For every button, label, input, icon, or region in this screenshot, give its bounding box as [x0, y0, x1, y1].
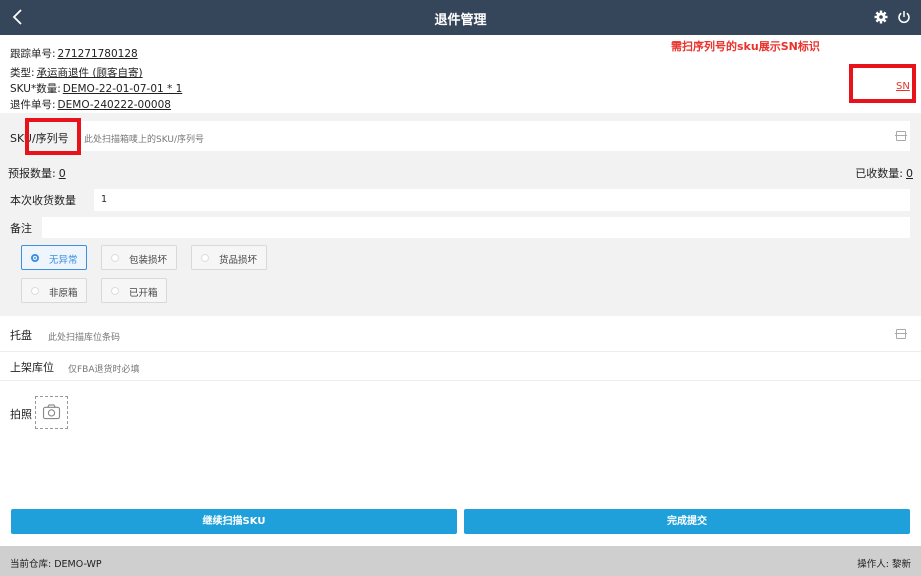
- radio-icon: [201, 254, 209, 262]
- option-not-original-box[interactable]: 非原箱: [21, 278, 87, 303]
- radio-icon: [31, 287, 39, 295]
- forecast-qty: 预报数量: 0: [8, 165, 66, 181]
- received-qty-value: 0: [906, 167, 913, 180]
- radio-icon: [111, 254, 119, 262]
- pallet-placeholder: 此处扫描库位条码: [48, 333, 121, 343]
- status-bar: 当前仓库: DEMO-WP 操作人: 黎新: [0, 546, 921, 576]
- continue-scan-button[interactable]: 继续扫描SKU: [11, 509, 457, 534]
- current-warehouse: 当前仓库: DEMO-WP: [10, 559, 102, 570]
- operator: 操作人: 黎新: [857, 559, 911, 570]
- option-package-damaged[interactable]: 包装损坏: [101, 245, 177, 270]
- scan-icon[interactable]: [895, 329, 907, 339]
- tracking-number-value[interactable]: 271271780128: [58, 48, 138, 60]
- divider: [0, 380, 921, 381]
- option-box-opened[interactable]: 已开箱: [101, 278, 167, 303]
- page-title: 退件管理: [434, 13, 487, 28]
- sku-serial-placeholder: 此处扫描箱唛上的SKU/序列号: [84, 135, 204, 145]
- power-icon[interactable]: [897, 10, 911, 24]
- receive-qty-value: 1: [101, 194, 108, 205]
- received-qty-label: 已收数量:: [855, 167, 903, 180]
- option-label: 无异常: [49, 255, 78, 266]
- receive-qty-label: 本次收货数量: [10, 194, 76, 207]
- scan-icon[interactable]: [895, 131, 907, 141]
- forecast-qty-value: 0: [58, 167, 66, 180]
- tracking-number-row: 跟踪单号: 271271780128: [10, 46, 138, 61]
- radio-icon: [31, 254, 39, 262]
- option-goods-damaged[interactable]: 货品损坏: [191, 245, 267, 270]
- annotation-box-serial: [25, 118, 81, 155]
- location-placeholder: 仅FBA退货时必填: [68, 365, 140, 375]
- remark-label: 备注: [10, 222, 32, 235]
- pallet-input[interactable]: [42, 322, 910, 347]
- option-label: 非原箱: [49, 288, 78, 299]
- sku-qty-row: SKU*数量: DEMO-22-01-07-01 * 1: [10, 81, 182, 96]
- type-value: 承运商退件 (顾客自寄): [36, 67, 143, 79]
- type-label: 类型:: [10, 67, 35, 79]
- return-number-label: 退件单号:: [10, 99, 56, 111]
- sku-qty-label: SKU*数量:: [10, 83, 61, 95]
- forecast-qty-label: 预报数量:: [8, 167, 56, 180]
- radio-icon: [111, 287, 119, 295]
- finish-submit-button[interactable]: 完成提交: [464, 509, 910, 534]
- photo-label: 拍照: [10, 408, 32, 421]
- remark-input[interactable]: [42, 217, 910, 238]
- camera-icon: [42, 404, 61, 420]
- received-qty: 已收数量: 0: [855, 165, 913, 181]
- tracking-number-label: 跟踪单号:: [10, 48, 56, 60]
- photo-upload[interactable]: [35, 396, 68, 429]
- divider: [0, 351, 921, 352]
- sku-qty-value[interactable]: DEMO-22-01-07-01 * 1: [63, 83, 183, 95]
- option-label: 已开箱: [129, 288, 158, 299]
- option-no-issue[interactable]: 无异常: [21, 245, 87, 270]
- annotation-note: 需扫序列号的sku展示SN标识: [671, 40, 820, 53]
- location-input[interactable]: [62, 356, 910, 378]
- return-number-row: 退件单号: DEMO-240222-00008: [10, 97, 171, 112]
- sku-serial-input[interactable]: [80, 121, 910, 151]
- receive-qty-input[interactable]: 1: [94, 189, 910, 211]
- gear-icon[interactable]: [874, 10, 888, 24]
- return-number-value[interactable]: DEMO-240222-00008: [58, 99, 171, 111]
- option-label: 货品损坏: [219, 255, 258, 266]
- option-label: 包装损坏: [129, 255, 168, 266]
- type-row: 类型: 承运商退件 (顾客自寄): [10, 65, 143, 80]
- location-label: 上架库位: [10, 361, 54, 374]
- top-bar: 退件管理: [0, 0, 921, 35]
- pallet-label: 托盘: [10, 329, 32, 342]
- sn-badge[interactable]: SN: [896, 81, 910, 92]
